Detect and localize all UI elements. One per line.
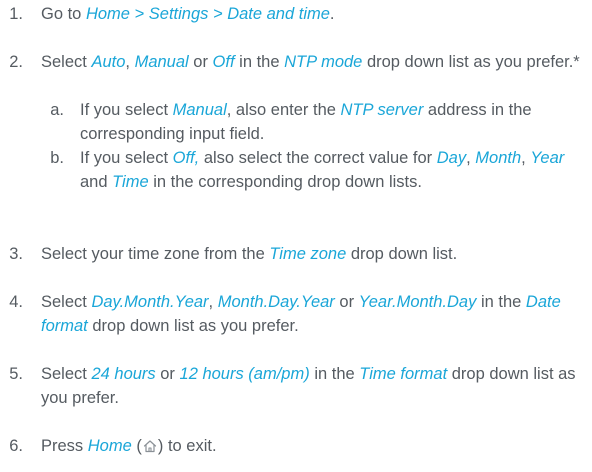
time-format-option-12h: 12 hours (am/pm) [179,365,310,383]
text-run: ) to exit. [157,437,217,455]
text-run: or [155,365,180,383]
text-run: drop down list as you prefer.* [362,53,580,71]
option-auto: Auto [91,53,126,71]
step-text: Press Home ( ) to exit. [41,434,589,458]
time-format-option-24h: 24 hours [91,365,156,383]
ntp-mode-term: NTP mode [284,53,363,71]
text-run: , [125,53,135,71]
step-number: 5. [9,365,23,383]
text-run: ( [131,437,142,455]
text-run: also select the correct value for [199,149,437,167]
text-run: in the [476,293,526,311]
step-number: 3. [9,245,23,263]
home-icon [143,440,156,453]
text-run: , [466,149,476,167]
day-term: Day [436,149,467,167]
step-text: Select 24 hours or 12 hours (am/pm) in t… [41,362,589,410]
step-number: 2. [9,53,23,71]
ntp-server-term: NTP server [340,101,424,119]
text-run: Select [41,293,92,311]
step-number: 1. [9,5,23,23]
text-run: drop down list as you prefer. [87,317,299,335]
date-format-option-dmy: Day.Month.Year [91,293,209,311]
text-run: in the corresponding drop down lists. [148,173,422,191]
text-run: Go to [41,5,86,23]
substep-text: If you select Off, also select the corre… [80,146,590,194]
option-off: Off [212,53,235,71]
text-run: or [334,293,359,311]
text-run: or [188,53,213,71]
year-term: Year [530,149,565,167]
step-number: 4. [9,293,23,311]
text-run: , [521,149,531,167]
text-run: . [329,5,335,23]
step-number: 6. [9,437,23,455]
option-off: Off, [172,149,200,167]
text-run: and [80,173,113,191]
text-run: Select [41,365,92,383]
time-format-term: Time format [359,365,448,383]
option-manual: Manual [172,101,227,119]
home-term: Home [87,437,132,455]
step-text: Select Auto, Manual or Off in the NTP mo… [41,50,589,74]
step-text: Go to Home > Settings > Date and time. [41,2,589,26]
month-term: Month [475,149,522,167]
text-run: , also enter the [226,101,341,119]
option-manual: Manual [134,53,189,71]
text-run: , [208,293,218,311]
step-text: Select Day.Month.Year, Month.Day.Year or… [41,290,589,338]
date-format-option-mdy: Month.Day.Year [217,293,335,311]
substep-text: If you select Manual, also enter the NTP… [80,98,590,146]
text-run: drop down list. [346,245,458,263]
text-run: Press [41,437,88,455]
time-term: Time [112,173,149,191]
text-run: If you select [80,149,173,167]
text-run: If you select [80,101,173,119]
text-run: in the [234,53,285,71]
substep-letter: b. [50,149,64,167]
substep-letter: a. [50,101,64,119]
text-run: Select [41,53,92,71]
step-text: Select your time zone from the Time zone… [41,242,589,266]
text-run: Select your time zone from the [41,245,270,263]
time-zone-term: Time zone [269,245,347,263]
text-run: in the [309,365,360,383]
menu-path: Home > Settings > Date and time [85,5,330,23]
date-format-option-ymd: Year.Month.Day [358,293,477,311]
